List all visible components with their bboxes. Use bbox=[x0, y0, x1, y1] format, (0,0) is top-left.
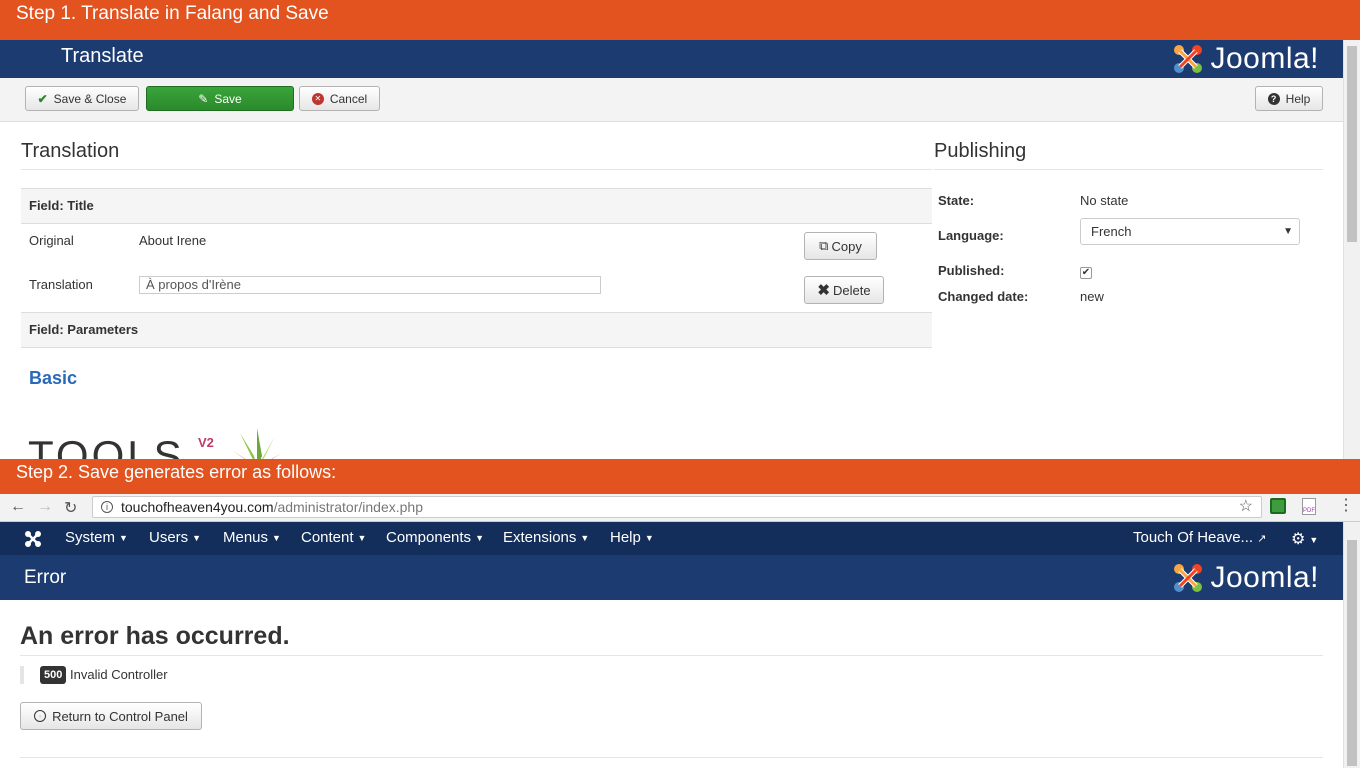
return-label: Return to Control Panel bbox=[52, 708, 188, 724]
translate-title-bar: Translate Joomla! bbox=[0, 40, 1343, 78]
joomla-mark-icon bbox=[1174, 563, 1203, 592]
translation-input[interactable]: À propos d'Irène bbox=[139, 276, 601, 294]
joomla-wordmark: Joomla! bbox=[1210, 560, 1319, 594]
site-link[interactable]: Touch Of Heave... ↗ bbox=[1133, 529, 1266, 546]
url-domain: touchofheaven4you.com bbox=[121, 499, 274, 515]
delete-button[interactable]: ✖ Delete bbox=[804, 276, 884, 304]
external-link-icon: ↗ bbox=[1257, 533, 1267, 545]
page-title: Translate bbox=[61, 45, 144, 67]
menu-users[interactable]: Users ▼ bbox=[149, 529, 201, 546]
cancel-button[interactable]: ✕ Cancel bbox=[299, 86, 380, 111]
panel1-scrollbar-thumb[interactable] bbox=[1347, 46, 1357, 242]
pdf-extension-icon[interactable]: PDF bbox=[1302, 498, 1316, 515]
tools-logo: TOOLS bbox=[28, 432, 185, 459]
menu-content[interactable]: Content ▼ bbox=[301, 529, 366, 546]
settings-menu[interactable]: ⚙ ▼ bbox=[1291, 529, 1318, 549]
delete-label: Delete bbox=[833, 282, 871, 298]
divider bbox=[21, 169, 932, 170]
reload-icon[interactable]: ↻ bbox=[64, 498, 77, 518]
joomla-mark-icon bbox=[1174, 45, 1203, 73]
delete-icon: ✖ bbox=[817, 282, 830, 299]
state-label: State: bbox=[938, 193, 975, 208]
help-button[interactable]: ? Help bbox=[1255, 86, 1323, 111]
error-title-bar: Error Joomla! bbox=[0, 555, 1343, 600]
error-message: Invalid Controller bbox=[70, 667, 168, 682]
joomla-logo: Joomla! bbox=[1170, 555, 1319, 600]
help-icon: ? bbox=[1267, 92, 1280, 105]
translation-label: Translation bbox=[29, 277, 93, 292]
translation-heading: Translation bbox=[21, 140, 120, 162]
state-value: No state bbox=[1080, 193, 1129, 208]
basic-tab[interactable]: Basic bbox=[29, 368, 77, 389]
cancel-label: Cancel bbox=[329, 91, 368, 106]
joomla-wordmark: Joomla! bbox=[1210, 42, 1319, 75]
help-label: Help bbox=[1285, 91, 1311, 106]
divider bbox=[20, 655, 1323, 656]
menu-extensions[interactable]: Extensions ▼ bbox=[503, 529, 589, 546]
field-parameters-row: Field: Parameters bbox=[21, 312, 932, 348]
original-value: About Irene bbox=[139, 233, 207, 248]
dashboard-icon: · bbox=[34, 710, 47, 722]
copy-label: Copy bbox=[831, 238, 862, 254]
return-control-panel-button[interactable]: · Return to Control Panel bbox=[20, 702, 202, 730]
tools-leaf-icon bbox=[232, 428, 282, 459]
step2-banner: Step 2. Save generates error as follows: bbox=[0, 459, 1360, 494]
url-path: /administrator/index.php bbox=[273, 499, 423, 515]
browser-menu-icon[interactable]: ⋮ bbox=[1338, 497, 1354, 515]
edit-icon: ✎ bbox=[198, 91, 209, 106]
page-title: Error bbox=[24, 567, 67, 588]
step1-banner: Step 1. Translate in Falang and Save bbox=[0, 0, 1360, 40]
translate-panel: Translate Joomla! ✔ Save & Close ✎ Save bbox=[0, 40, 1360, 459]
address-bar[interactable]: i touchofheaven4you.com/administrator/in… bbox=[92, 496, 1262, 518]
save-button[interactable]: ✎ Save bbox=[146, 86, 294, 111]
panel2-scrollbar[interactable] bbox=[1343, 522, 1360, 768]
save-close-label: Save & Close bbox=[53, 91, 127, 106]
menu-help[interactable]: Help ▼ bbox=[610, 529, 654, 546]
admin-menu-bar: System ▼ Users ▼ Menus ▼ Content ▼ Component… bbox=[0, 522, 1343, 555]
menu-components[interactable]: Components ▼ bbox=[386, 529, 484, 546]
field-title-row: Field: Title bbox=[21, 188, 932, 224]
joomla-home-icon[interactable] bbox=[23, 529, 43, 549]
save-label: Save bbox=[214, 91, 242, 106]
bookmark-star-icon[interactable]: ☆ bbox=[1239, 497, 1253, 517]
check-icon: ✔ bbox=[37, 91, 48, 106]
info-icon[interactable]: i bbox=[101, 501, 113, 513]
published-checkbox[interactable]: ✔ bbox=[1080, 267, 1092, 279]
gear-icon: ⚙ bbox=[1291, 531, 1306, 548]
panel1-scrollbar[interactable] bbox=[1343, 40, 1360, 459]
error-code-badge: 500 bbox=[40, 666, 67, 684]
back-icon[interactable]: ← bbox=[10, 498, 26, 516]
extension-shield-icon[interactable] bbox=[1270, 498, 1286, 514]
joomla-logo: Joomla! bbox=[1170, 40, 1319, 78]
changed-date-label: Changed date: bbox=[938, 289, 1029, 304]
original-label: Original bbox=[29, 233, 74, 248]
error-quote-bar bbox=[20, 666, 24, 684]
forward-icon[interactable]: → bbox=[37, 498, 53, 516]
menu-menus[interactable]: Menus ▼ bbox=[223, 529, 281, 546]
published-label: Published: bbox=[938, 263, 1005, 278]
error-heading: An error has occurred. bbox=[20, 622, 290, 650]
language-value: French bbox=[1091, 224, 1132, 239]
browser-toolbar: ← → ↻ i touchofheaven4you.com/administra… bbox=[0, 494, 1360, 522]
panel2-scrollbar-thumb[interactable] bbox=[1347, 540, 1357, 766]
divider bbox=[20, 757, 1323, 758]
language-label: Language: bbox=[938, 228, 1004, 243]
toolbar: ✔ Save & Close ✎ Save ✕ Cancel ? Help bbox=[0, 78, 1343, 122]
changed-date-value: new bbox=[1080, 289, 1104, 304]
divider bbox=[934, 169, 1323, 170]
language-select[interactable]: French ▼ bbox=[1080, 218, 1300, 245]
tools-version: V2 bbox=[198, 435, 214, 450]
publishing-heading: Publishing bbox=[934, 140, 1027, 162]
save-close-button[interactable]: ✔ Save & Close bbox=[25, 86, 139, 111]
cancel-icon: ✕ bbox=[311, 92, 324, 105]
chevron-down-icon: ▼ bbox=[1283, 226, 1293, 237]
copy-icon: ⧉ bbox=[819, 238, 829, 253]
menu-system[interactable]: System ▼ bbox=[65, 529, 128, 546]
copy-button[interactable]: ⧉ Copy bbox=[804, 232, 877, 260]
